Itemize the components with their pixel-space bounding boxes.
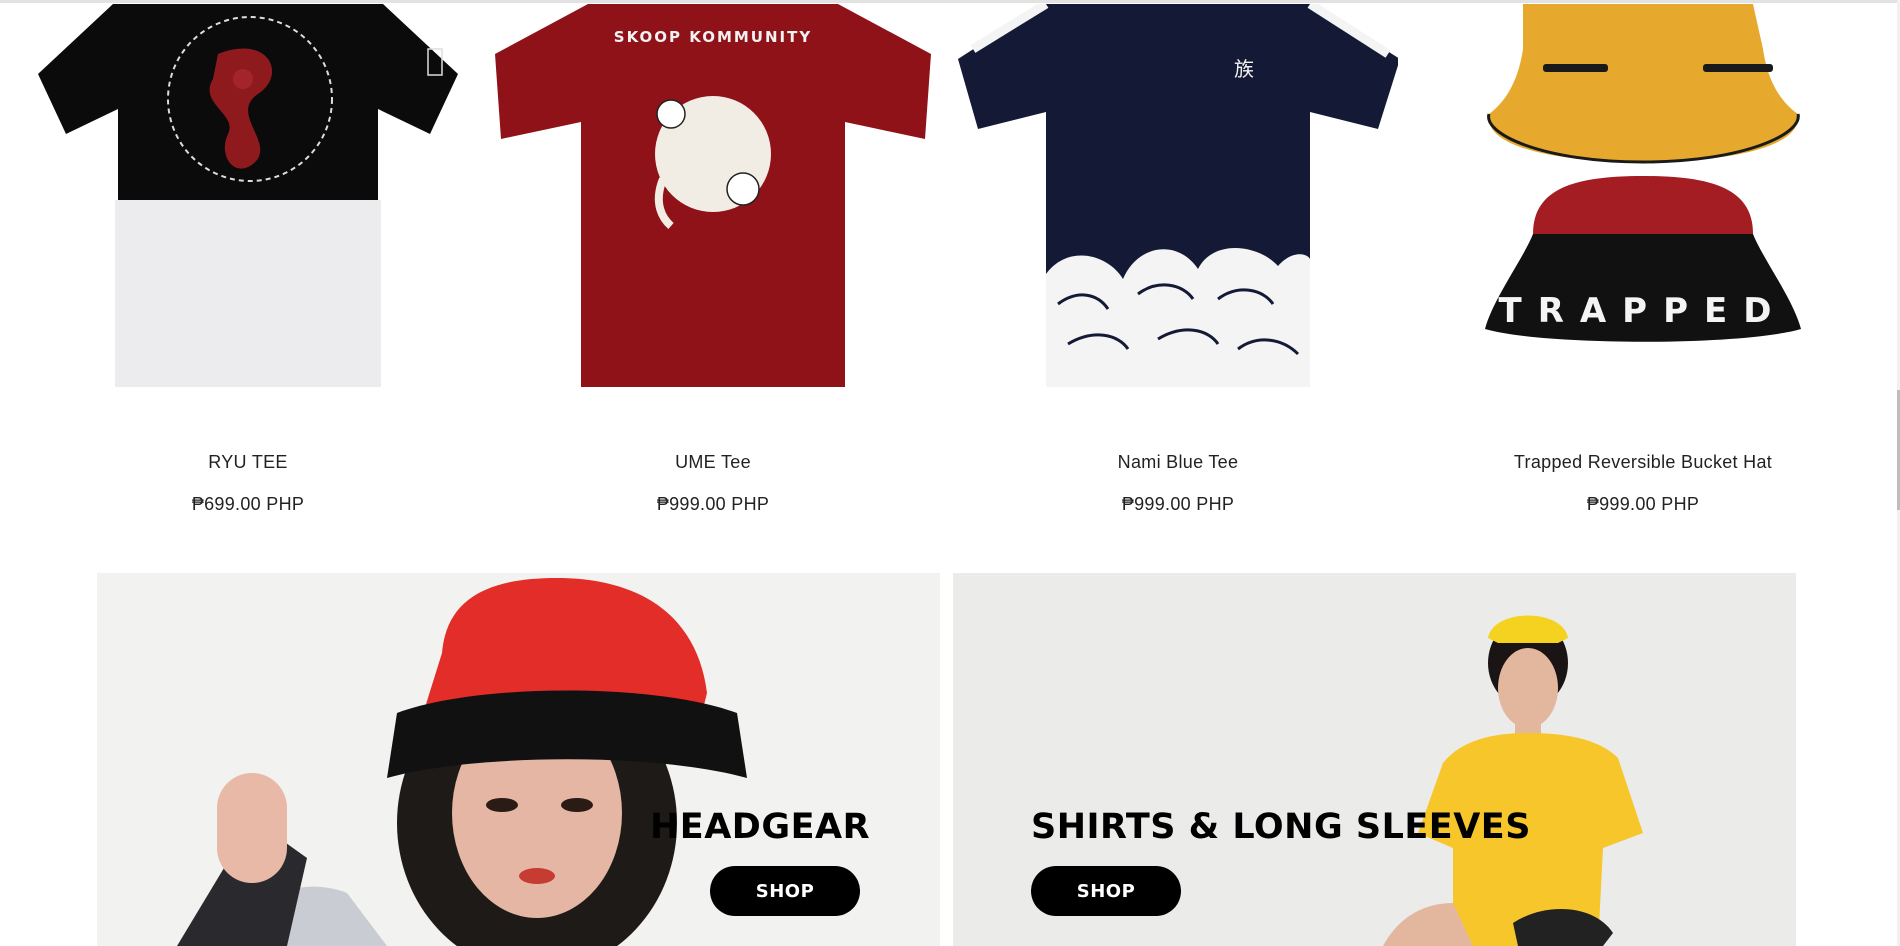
nami-blue-tee-image[interactable]: 族	[958, 4, 1398, 394]
product-name[interactable]: RYU TEE	[28, 452, 468, 473]
banner-title: SHIRTS & LONG SLEEVES	[1031, 807, 1531, 847]
product-name[interactable]: Nami Blue Tee	[958, 452, 1398, 473]
product-card-ume-tee[interactable]: SKOOP KOMMUNITY UME Tee ₱999.00 PHP	[493, 4, 933, 534]
bucket-hat-image[interactable]: TRAPPED	[1423, 4, 1863, 394]
nami-tee-print-text: 族	[1234, 57, 1254, 81]
banner-title: HEADGEAR	[650, 807, 871, 847]
product-price: ₱999.00 PHP	[1121, 494, 1235, 514]
shirts-banner[interactable]: SHIRTS & LONG SLEEVES SHOP	[953, 573, 1796, 946]
product-name[interactable]: Trapped Reversible Bucket Hat	[1423, 452, 1863, 473]
top-border	[0, 0, 1900, 3]
product-price: ₱699.00 PHP	[191, 494, 305, 514]
ryu-tee-image[interactable]	[28, 4, 468, 394]
ume-tee-print-text: SKOOP KOMMUNITY	[614, 28, 812, 46]
headgear-banner[interactable]: HEADGEAR SHOP	[97, 573, 940, 946]
shop-headgear-button[interactable]: SHOP	[710, 866, 860, 916]
product-price: ₱999.00 PHP	[656, 494, 770, 514]
product-card-trapped-bucket-hat[interactable]: TRAPPED Trapped Reversible Bucket Hat ₱9…	[1423, 4, 1863, 534]
ume-tee-image[interactable]: SKOOP KOMMUNITY	[493, 4, 933, 394]
shop-shirts-button[interactable]: SHOP	[1031, 866, 1181, 916]
product-card-ryu-tee[interactable]: RYU TEE ₱699.00 PHP	[28, 4, 468, 534]
product-price: ₱999.00 PHP	[1586, 494, 1700, 514]
hat-print-text: TRAPPED	[1499, 291, 1788, 331]
product-name[interactable]: UME Tee	[493, 452, 933, 473]
product-card-nami-blue-tee[interactable]: 族 Nami Blue Tee ₱999.00 PHP	[958, 4, 1398, 534]
